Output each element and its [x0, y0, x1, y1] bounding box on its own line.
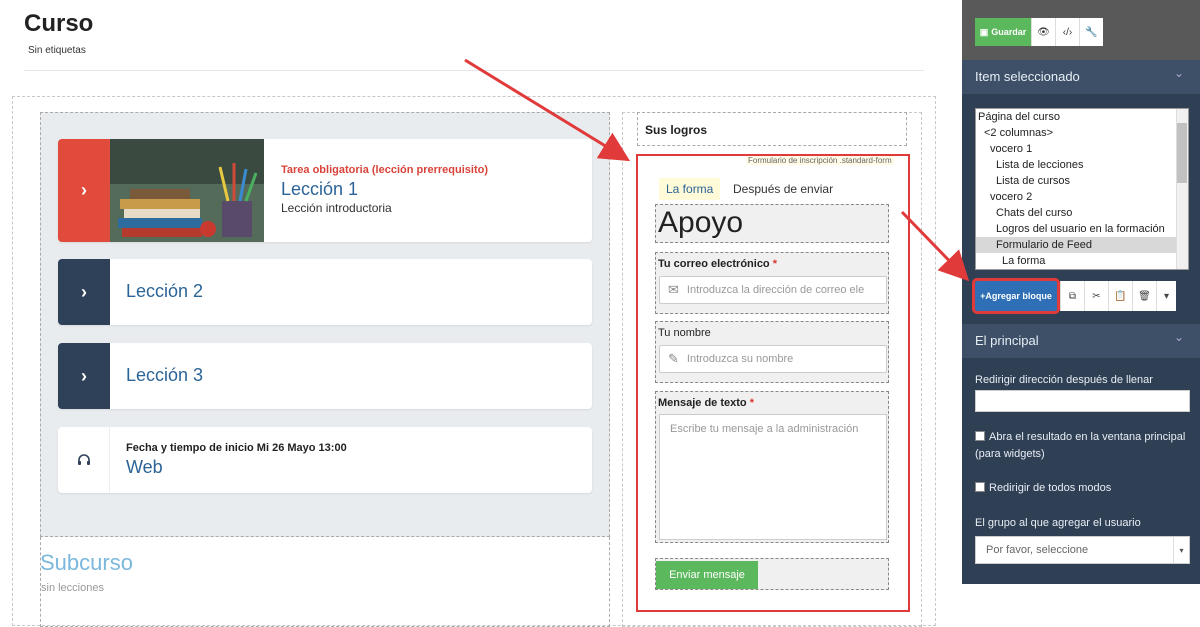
lesson-card-2[interactable]: › Lección 2: [58, 259, 592, 325]
tree-item[interactable]: Logros del usuario en la formación: [976, 221, 1188, 237]
email-label: Tu correo electrónico *: [658, 258, 777, 270]
selected-item-header[interactable]: Item seleccionado ⌄: [962, 60, 1200, 94]
preview-eye-icon[interactable]: 👁: [1031, 18, 1055, 46]
cut-icon[interactable]: ✂: [1084, 281, 1108, 311]
tree-scrollbar[interactable]: [1176, 109, 1188, 269]
code-icon[interactable]: ‹/›: [1055, 18, 1079, 46]
name-input[interactable]: ✎ Introduzca su nombre: [659, 345, 887, 373]
lesson-kicker: Tarea obligatoria (lección prerrequisito…: [281, 164, 489, 176]
chevron-right-icon[interactable]: ›: [58, 343, 110, 409]
chevron-down-icon[interactable]: ⌄: [1174, 330, 1184, 344]
message-textarea[interactable]: Escribe tu mensaje a la administración: [659, 414, 887, 540]
subcourse-title[interactable]: Subcurso: [40, 550, 133, 576]
group-select[interactable]: Por favor, seleccione ▾: [975, 536, 1190, 564]
paste-icon[interactable]: 📋: [1108, 281, 1132, 311]
page-tags: Sin etiquetas: [28, 45, 86, 56]
caret-down-icon[interactable]: ▾: [1156, 281, 1176, 311]
tree-item[interactable]: Página del curso: [976, 109, 1188, 125]
submit-button[interactable]: Enviar mensaje: [656, 561, 758, 589]
subcourse-subtitle: sin lecciones: [41, 582, 104, 594]
add-block-button[interactable]: +Agregar bloque: [972, 278, 1060, 314]
email-input[interactable]: ✉ Introduzca la dirección de correo ele: [659, 276, 887, 304]
webinar-title[interactable]: Web: [126, 457, 163, 478]
page-title: Curso: [24, 10, 94, 37]
redirect-always-checkbox[interactable]: [975, 482, 985, 492]
trash-icon[interactable]: 🗑: [1132, 281, 1156, 311]
tree-item[interactable]: vocero 2: [976, 189, 1188, 205]
webinar-date: Fecha y tiempo de inicio Mi 26 Mayo 13:0…: [126, 442, 347, 454]
tree-item[interactable]: Lista de lecciones: [976, 157, 1188, 173]
message-label: Mensaje de texto *: [658, 397, 754, 409]
lesson-title[interactable]: Lección 1: [281, 179, 358, 200]
group-label: El grupo al que agregar el usuario: [975, 517, 1141, 529]
headphones-icon: [58, 427, 110, 493]
tab-la-forma[interactable]: La forma: [659, 178, 721, 200]
floppy-icon: ▣: [979, 26, 989, 37]
duplicate-icon[interactable]: ⧉: [1060, 281, 1084, 311]
lesson-card-1[interactable]: › Tarea obligatoria (lección prerrequisi…: [58, 139, 592, 242]
tree-scrollbar-thumb[interactable]: [1177, 123, 1187, 183]
main-section-header[interactable]: El principal ⌄: [962, 324, 1200, 358]
lesson-thumbnail: [110, 139, 264, 242]
open-result-checkbox[interactable]: [975, 431, 985, 441]
books-pencils-image: [110, 139, 264, 242]
lesson-subtitle: Lección introductoria: [281, 201, 392, 215]
open-result-option[interactable]: Abra el resultado en la ventana principa…: [975, 429, 1195, 463]
tree-item-selected[interactable]: Formulario de Feed: [976, 237, 1188, 253]
redirect-label: Redirigir dirección después de llenar: [975, 374, 1153, 386]
chevron-right-icon[interactable]: ›: [58, 259, 110, 325]
save-button[interactable]: ▣ Guardar: [975, 18, 1031, 46]
title-divider: [24, 70, 924, 71]
tree-item[interactable]: Lista de cursos: [976, 173, 1188, 189]
redirect-always-option[interactable]: Redirigir de todos modos: [975, 480, 1111, 497]
tab-despues-de-enviar[interactable]: Después de enviar: [726, 178, 840, 200]
form-heading: Apoyo: [658, 206, 744, 239]
achievements-block[interactable]: Sus logros: [637, 112, 907, 146]
message-field-block[interactable]: Mensaje de texto * Escribe tu mensaje a …: [655, 391, 889, 543]
name-field-block[interactable]: Tu nombre ✎ Introduzca su nombre: [655, 321, 889, 383]
envelope-icon: ✉: [668, 282, 679, 297]
structure-tree[interactable]: Página del curso <2 columnas> vocero 1 L…: [975, 108, 1189, 270]
pencil-icon: ✎: [668, 351, 679, 366]
chevron-down-icon[interactable]: ⌄: [1174, 66, 1184, 80]
tree-item[interactable]: La forma: [976, 253, 1188, 269]
name-label: Tu nombre: [658, 327, 711, 339]
redirect-input[interactable]: [975, 390, 1190, 412]
select-caret-icon[interactable]: ▾: [1173, 537, 1189, 563]
lesson-title[interactable]: Lección 2: [126, 281, 203, 302]
tree-item[interactable]: <2 columnas>: [976, 125, 1188, 141]
tree-item[interactable]: Chats del curso: [976, 205, 1188, 221]
form-heading-block[interactable]: Apoyo: [655, 204, 889, 243]
wrench-icon[interactable]: 🔧: [1079, 18, 1103, 46]
lesson-title[interactable]: Lección 3: [126, 365, 203, 386]
webinar-card[interactable]: Fecha y tiempo de inicio Mi 26 Mayo 13:0…: [58, 427, 592, 493]
chevron-right-icon[interactable]: ›: [58, 139, 110, 242]
lesson-card-3[interactable]: › Lección 3: [58, 343, 592, 409]
form-caption: Formulario de inscripción .standard-form: [746, 156, 894, 165]
email-field-block[interactable]: Tu correo electrónico * ✉ Introduzca la …: [655, 252, 889, 314]
tree-item[interactable]: vocero 1: [976, 141, 1188, 157]
